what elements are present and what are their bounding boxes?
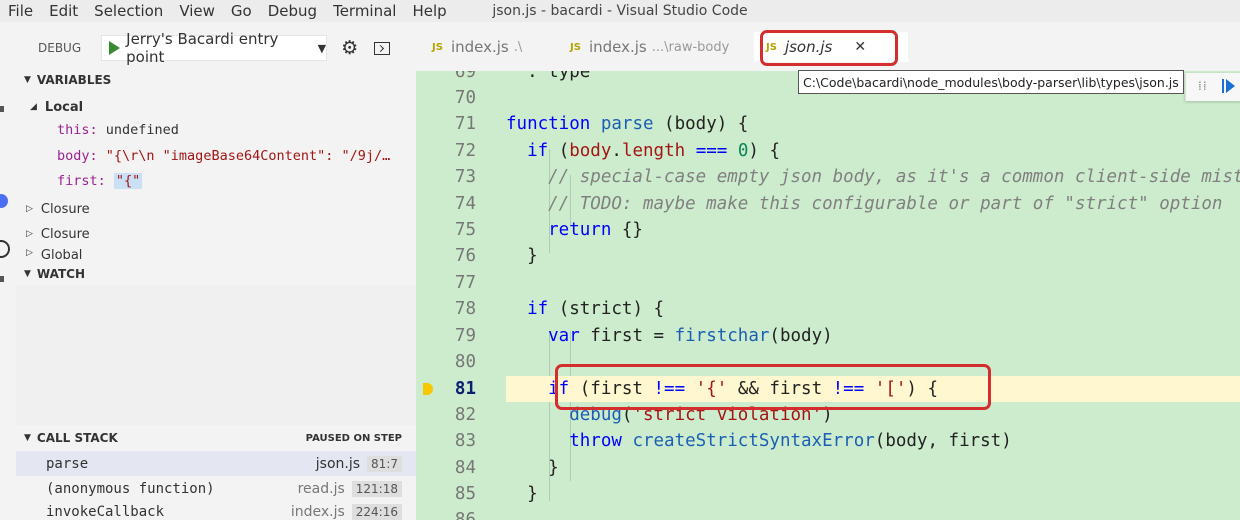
code-line: 72 if (body.length === 0) { — [454, 141, 780, 161]
watch-header[interactable]: ▼ WATCH — [16, 263, 416, 285]
scope-label: Global — [40, 248, 83, 262]
start-debugging-icon[interactable] — [109, 41, 121, 55]
debug-console-icon[interactable] — [374, 41, 391, 55]
variable-body[interactable]: body: "{\r\n "imageBase64Content": "/9j/… — [57, 148, 437, 164]
code-line: 86 — [454, 510, 476, 520]
highlight-box-line — [555, 364, 991, 410]
scope-global[interactable]: ▷ Global — [26, 248, 426, 262]
chevron-right-icon: ▷ — [26, 229, 33, 239]
explorer-icon[interactable] — [0, 106, 4, 112]
menu-file[interactable]: File — [0, 0, 41, 22]
extensions-icon[interactable] — [0, 240, 10, 258]
code-editor[interactable]: 69 : type 70 71 function parse (body) { 7… — [416, 71, 1240, 520]
code-line: 74 // TODO: maybe make this configurable… — [454, 194, 1223, 214]
menu-help[interactable]: Help — [404, 0, 454, 22]
tab-label: index.js — [588, 38, 647, 56]
frame-file: json.js — [315, 455, 361, 472]
code-line: 75 return {} — [454, 220, 643, 240]
tab-description: .\ — [513, 39, 523, 55]
menu-view[interactable]: View — [171, 0, 223, 22]
gear-icon[interactable]: ⚙ — [341, 37, 358, 59]
debug-activity-icon[interactable] — [0, 194, 8, 208]
frame-position: 224:16 — [351, 504, 402, 520]
frame-name: (anonymous function) — [46, 480, 215, 497]
variables-header[interactable]: ▼ VARIABLES — [16, 69, 416, 91]
tab-description: ...\raw-body — [651, 39, 730, 55]
activity-bar-icon[interactable] — [0, 276, 4, 282]
debug-toolbar-floating[interactable]: ⁞⁞ — [1185, 73, 1240, 101]
menu-edit[interactable]: Edit — [41, 0, 86, 22]
drag-handle-icon[interactable]: ⁞⁞ — [1198, 79, 1208, 93]
callstack-title: CALL STACK — [36, 431, 118, 445]
variable-value: undefined — [105, 122, 179, 138]
code-line: 71 function parse (body) { — [454, 114, 749, 134]
scope-local[interactable]: ◢ Local — [30, 96, 430, 118]
variable-first[interactable]: first: "{" — [57, 173, 437, 189]
scope-label: Closure — [40, 226, 90, 242]
tab-label: index.js — [450, 38, 509, 56]
chevron-down-icon: ▼ — [24, 269, 31, 279]
js-file-icon: JS — [432, 41, 443, 53]
menu-terminal[interactable]: Terminal — [325, 0, 404, 22]
variable-name: this — [57, 122, 90, 138]
frame-file: read.js — [297, 480, 345, 497]
menu-selection[interactable]: Selection — [86, 0, 171, 22]
chevron-right-icon: ▷ — [26, 204, 33, 214]
scope-label: Closure — [40, 201, 90, 217]
variable-value: "{\r\n "imageBase64Content": "/9j/… — [105, 148, 391, 164]
code-line: 83 throw createStrictSyntaxError(body, f… — [454, 431, 1012, 451]
code-line: 76 } — [454, 246, 538, 266]
scope-label: Local — [44, 99, 84, 115]
debug-label: DEBUG — [38, 41, 82, 55]
menu-bar: File Edit Selection View Go Debug Termin… — [0, 0, 1240, 22]
debug-sidebar: DEBUG Jerry's Bacardi entry point ▼ ⚙ ▼ … — [16, 22, 416, 520]
variable-this[interactable]: this: undefined — [57, 122, 437, 138]
code-line: 77 — [454, 273, 476, 293]
highlight-box-tab — [760, 30, 898, 66]
debug-toolbar: DEBUG Jerry's Bacardi entry point ▼ ⚙ — [16, 30, 416, 66]
code-line: 84 } — [454, 458, 559, 478]
menu-go[interactable]: Go — [223, 0, 260, 22]
watch-title: WATCH — [36, 267, 86, 281]
chevron-right-icon: ▷ — [26, 248, 33, 258]
file-path-tooltip: C:\Code\bacardi\node_modules\body-parser… — [798, 70, 1184, 94]
code-line: 73 // special-case empty json body, as i… — [454, 167, 1240, 187]
continue-icon-bar — [1222, 79, 1224, 93]
stack-frame[interactable]: parse json.js 81:7 — [16, 451, 416, 476]
code-line: 79 var first = firstchar(body) — [454, 326, 833, 346]
debug-config-name: Jerry's Bacardi entry point — [126, 30, 279, 66]
frame-position: 121:18 — [351, 480, 402, 497]
js-file-icon: JS — [570, 41, 581, 53]
variable-value: "{" — [113, 173, 143, 189]
variables-title: VARIABLES — [36, 73, 112, 87]
code-line: 78 if (strict) { — [454, 299, 665, 319]
frame-name: invokeCallback — [46, 504, 165, 520]
stack-frame[interactable]: (anonymous function) read.js 121:18 — [16, 476, 416, 501]
activity-bar — [0, 22, 16, 520]
frame-name: parse — [46, 455, 89, 472]
pause-status: PAUSED ON STEP — [305, 432, 402, 444]
menu-debug[interactable]: Debug — [260, 0, 325, 22]
continue-icon[interactable] — [1226, 79, 1235, 93]
frame-position: 81:7 — [367, 455, 402, 472]
scope-closure[interactable]: ▷ Closure — [26, 198, 426, 220]
callstack-header[interactable]: ▼ CALL STACK PAUSED ON STEP — [16, 427, 416, 449]
code-line: 85 } — [454, 484, 538, 504]
variable-name: first — [57, 173, 98, 189]
watch-panel — [16, 285, 416, 425]
stack-frame[interactable]: invokeCallback index.js 224:16 — [16, 501, 416, 520]
debug-config-select[interactable]: Jerry's Bacardi entry point ▼ — [101, 30, 328, 66]
tab-index-js[interactable]: JS index.js .\ — [432, 32, 522, 62]
scope-closure[interactable]: ▷ Closure — [26, 223, 426, 245]
chevron-down-icon: ▼ — [24, 75, 31, 85]
frame-file: index.js — [290, 504, 345, 520]
chevron-down-icon[interactable]: ▼ — [318, 42, 326, 55]
chevron-down-icon: ◢ — [30, 102, 37, 112]
chevron-down-icon: ▼ — [24, 433, 31, 443]
tab-index-js-raw-body[interactable]: JS index.js ...\raw-body — [570, 32, 729, 62]
variable-name: body — [57, 148, 90, 164]
